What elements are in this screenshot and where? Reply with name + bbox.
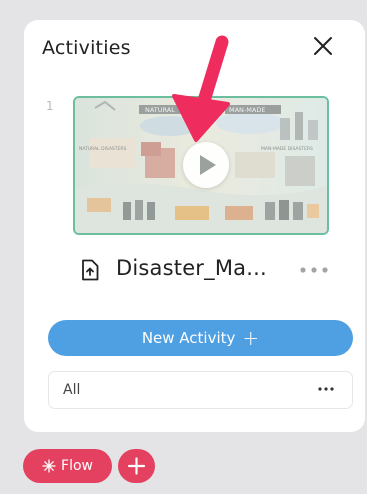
activity-thumbnail[interactable]: NATURAL MAN-MADE NATURAL DISASTERS MAN-M…	[73, 96, 329, 235]
plus-icon: +	[242, 326, 260, 350]
play-button[interactable]	[183, 142, 229, 188]
close-icon	[314, 37, 332, 55]
close-button[interactable]	[311, 34, 335, 58]
panel-title: Activities	[42, 37, 131, 59]
filter-value: All	[63, 382, 81, 398]
add-button[interactable]	[118, 449, 155, 483]
file-name[interactable]: Disaster_Ma...	[116, 256, 267, 280]
file-menu-button[interactable]	[297, 262, 333, 278]
play-icon	[200, 155, 216, 175]
new-activity-button[interactable]: New Activity +	[48, 320, 353, 356]
more-horizontal-icon	[300, 267, 328, 273]
new-activity-label: New Activity	[141, 329, 236, 347]
more-horizontal-icon[interactable]	[318, 386, 334, 392]
sparkle-icon	[42, 459, 56, 473]
activity-file-row: Disaster_Ma...	[80, 256, 360, 284]
activities-panel: Activities 1 NATURAL MAN-MADE NATURAL DI…	[24, 20, 365, 432]
plus-icon	[127, 457, 146, 475]
item-index: 1	[46, 99, 54, 113]
activity-filter-select[interactable]: All	[48, 371, 353, 409]
file-upload-icon	[82, 259, 99, 281]
flow-label: Flow	[61, 458, 93, 474]
flow-button[interactable]: Flow	[23, 449, 112, 483]
